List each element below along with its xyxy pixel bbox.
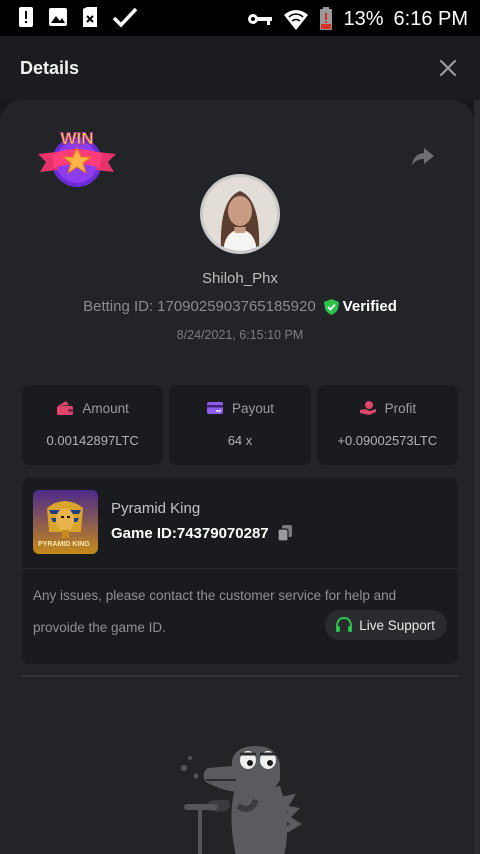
stat-payout: Payout 64 x bbox=[169, 385, 311, 465]
verified-label: Verified bbox=[342, 298, 397, 315]
details-panel: WIN Shiloh_Phx Betting ID: 1709025903765… bbox=[0, 100, 480, 854]
win-badge-text: WIN bbox=[60, 129, 93, 148]
game-id-label: Game ID: bbox=[111, 524, 177, 542]
betting-id-label: Betting ID: bbox=[83, 298, 154, 315]
copy-icon[interactable] bbox=[277, 524, 293, 542]
live-support-label: Live Support bbox=[359, 617, 435, 633]
game-thumbnail-title: PYRAMID KING bbox=[38, 541, 90, 548]
key-icon bbox=[248, 14, 273, 25]
header: Details bbox=[0, 36, 480, 100]
verified-shield-icon bbox=[323, 298, 339, 315]
clock: 6:16 PM bbox=[393, 7, 468, 30]
sim-icon bbox=[83, 7, 97, 27]
battery-icon bbox=[320, 7, 333, 30]
bet-details-card: WIN Shiloh_Phx Betting ID: 1709025903765… bbox=[0, 100, 474, 854]
stat-profit: Profit +0.09002573LTC bbox=[316, 385, 458, 465]
stat-payout-value: 64 x bbox=[227, 433, 253, 448]
game-id-row: Game ID: 74379070287 bbox=[111, 524, 293, 542]
image-icon bbox=[49, 8, 67, 26]
close-icon[interactable] bbox=[438, 58, 458, 78]
avatar bbox=[200, 174, 280, 254]
betting-id-value: 1709025903765185920 bbox=[157, 298, 316, 315]
wifi-icon bbox=[284, 10, 309, 31]
avatar-photo bbox=[203, 177, 277, 251]
stat-amount-value: 0.00142897LTC bbox=[46, 433, 139, 448]
section-divider bbox=[22, 675, 458, 677]
check-icon bbox=[112, 7, 138, 28]
stat-payout-label: Payout bbox=[231, 400, 274, 416]
status-bar: 13% 6:16 PM bbox=[0, 0, 480, 36]
live-support-button[interactable]: Live Support bbox=[325, 610, 447, 640]
stat-amount-label: Amount bbox=[82, 400, 129, 416]
win-badge-icon: WIN bbox=[38, 129, 116, 187]
stat-profit-label: Profit bbox=[384, 400, 417, 416]
bet-timestamp: 8/24/2021, 6:15:10 PM bbox=[176, 328, 304, 342]
card-icon bbox=[206, 402, 223, 414]
page-title: Details bbox=[20, 58, 80, 78]
headset-icon bbox=[336, 616, 353, 632]
share-icon[interactable] bbox=[410, 146, 436, 168]
betting-id-row: Betting ID: 1709025903765185920 Verified bbox=[0, 298, 474, 315]
username: Shiloh_Phx bbox=[202, 270, 278, 287]
battery-percent: 13% bbox=[343, 7, 384, 30]
divider bbox=[22, 568, 458, 569]
wallet-icon bbox=[57, 401, 74, 415]
game-card: PYRAMID KING Pyramid King Game ID: 74379… bbox=[22, 478, 458, 664]
crocodile-mascot-icon bbox=[181, 746, 302, 854]
scrollbar[interactable] bbox=[474, 100, 480, 854]
stat-profit-value: +0.09002573LTC bbox=[337, 433, 438, 448]
game-id-value: 74379070287 bbox=[176, 524, 269, 542]
stat-amount: Amount 0.00142897LTC bbox=[22, 385, 164, 465]
alert-icon bbox=[19, 7, 33, 27]
hand-coin-icon bbox=[359, 401, 376, 415]
bet-stats: Amount 0.00142897LTC Payout 64 x Profit … bbox=[22, 385, 458, 465]
game-name: Pyramid King bbox=[111, 500, 201, 517]
game-thumbnail[interactable]: PYRAMID KING bbox=[33, 490, 98, 554]
